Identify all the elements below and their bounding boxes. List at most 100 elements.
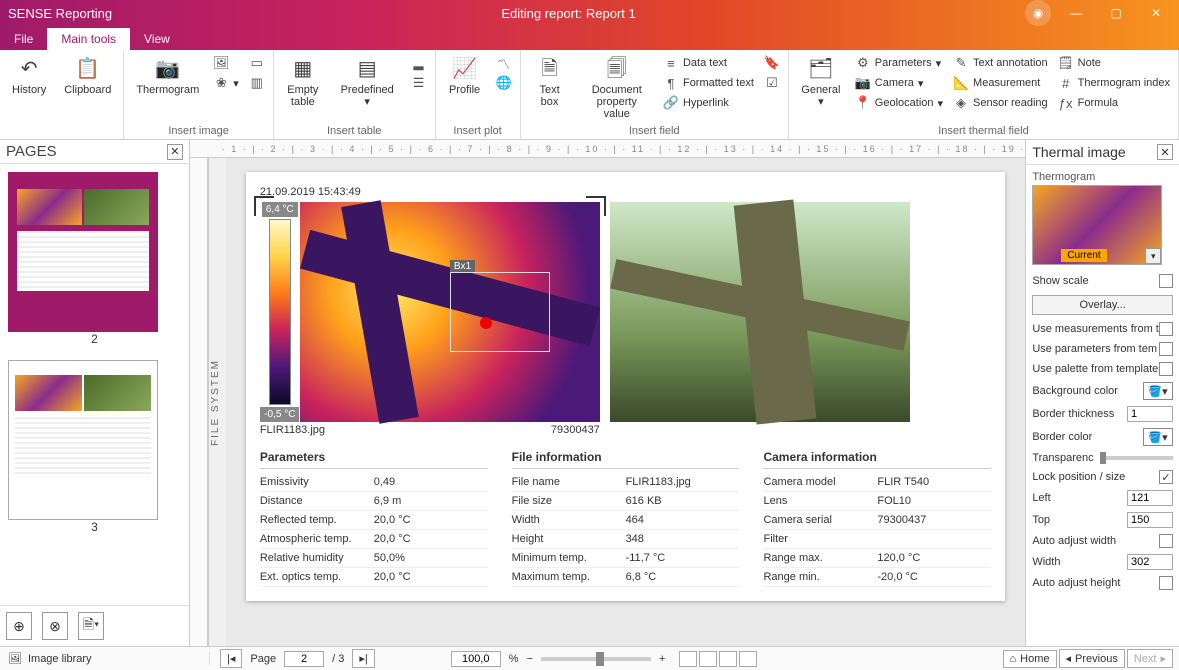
ruler-vertical	[190, 158, 208, 646]
measurement-spot[interactable]	[480, 317, 492, 329]
image-library-icon[interactable]: 🖼	[8, 652, 22, 665]
file-system-tab[interactable]: FILE SYSTEM	[208, 158, 226, 646]
file-info-table: File information File nameFLIR1183.jpg F…	[512, 450, 740, 587]
width-input[interactable]	[1127, 554, 1173, 570]
predefined-button[interactable]: ▤Predefined ▾	[332, 54, 403, 110]
rosette-icon: ❀	[213, 75, 229, 91]
barcode-small-button[interactable]: ▥	[247, 74, 267, 92]
dropdown-icon[interactable]: ▾	[1145, 248, 1161, 264]
next-button[interactable]: Next▸	[1127, 649, 1173, 668]
page-menu-button[interactable]: 🗎▾	[78, 612, 104, 640]
bookmark-icon: 🔖	[764, 55, 780, 71]
thermal-image[interactable]: Bx1	[300, 202, 600, 422]
note-button[interactable]: 🗒Note	[1056, 54, 1172, 72]
profile-button[interactable]: 📈Profile	[442, 54, 488, 98]
thermogram-thumbnail[interactable]: Current ▾	[1032, 185, 1162, 265]
tab-main-tools[interactable]: Main tools	[47, 28, 130, 50]
image-library-button[interactable]: Image library	[28, 653, 92, 665]
image-small-button[interactable]: 🖼	[211, 54, 241, 72]
maximize-button[interactable]: ▢	[1101, 3, 1131, 23]
lock-checkbox[interactable]: ✓	[1159, 470, 1173, 484]
use-palette-checkbox[interactable]	[1159, 362, 1173, 376]
thermogram-button[interactable]: 📷Thermogram	[130, 54, 205, 98]
app-name: SENSE Reporting	[8, 6, 112, 21]
home-button[interactable]: ⌂Home	[1003, 650, 1057, 668]
bg-color-button[interactable]: 🪣▾	[1143, 382, 1173, 400]
camera-icon[interactable]: ◉	[1025, 0, 1051, 26]
list-small-button[interactable]: ▂	[409, 54, 429, 72]
auto-height-checkbox[interactable]	[1159, 576, 1173, 590]
general-button[interactable]: 🗂General ▾	[795, 54, 847, 110]
top-input[interactable]	[1127, 512, 1173, 528]
shape-small-button[interactable]: ▭	[247, 54, 267, 72]
formatted-text-icon: ¶	[663, 75, 679, 91]
sensor-icon: ◈	[953, 95, 969, 111]
pages-title: PAGES	[6, 143, 57, 160]
hash-icon: #	[1058, 75, 1074, 91]
thermal-image-container[interactable]: 6,4 °C -0,5 °C Bx1	[260, 202, 600, 422]
first-page-button[interactable]: |◂	[220, 649, 242, 668]
border-color-button[interactable]: 🪣▾	[1143, 428, 1173, 446]
page-input[interactable]	[284, 651, 324, 667]
zoom-input[interactable]	[451, 651, 501, 667]
page-thumb-3[interactable]: 3	[8, 360, 181, 534]
border-thickness-input[interactable]	[1127, 406, 1173, 422]
use-measurements-checkbox[interactable]	[1159, 322, 1173, 336]
left-input[interactable]	[1127, 490, 1173, 506]
plot1-small-button[interactable]: 〽	[494, 54, 514, 72]
measurement-icon: 📐	[953, 75, 969, 91]
overlay-button[interactable]: Overlay...	[1032, 295, 1173, 315]
formula-button[interactable]: ƒxFormula	[1056, 94, 1172, 112]
doc-property-button[interactable]: 🗐Document property value	[579, 54, 655, 122]
use-parameters-checkbox[interactable]	[1159, 342, 1173, 356]
formatted-text-button[interactable]: ¶Formatted text	[661, 74, 756, 92]
rpanel-close-button[interactable]: ✕	[1157, 144, 1173, 160]
add-page-button[interactable]: ⊕	[6, 612, 32, 640]
document-page[interactable]: 21.09.2019 15:43:49 6,4 °C -0,5 °C	[246, 172, 1006, 601]
bookmark-button[interactable]: 🔖	[762, 54, 782, 72]
close-button[interactable]: ✕	[1141, 3, 1171, 23]
tab-file[interactable]: File	[0, 28, 47, 50]
last-page-button[interactable]: ▸|	[352, 649, 374, 668]
hyperlink-button[interactable]: 🔗Hyperlink	[661, 94, 756, 112]
show-scale-checkbox[interactable]	[1159, 274, 1173, 288]
zoom-in-button[interactable]: +	[659, 653, 665, 665]
page-thumb-2[interactable]: 2	[8, 172, 181, 346]
ruler-horizontal: · 1 · | · 2 · | · 3 · | · 4 · | · 5 · | …	[190, 140, 1026, 158]
zoom-slider[interactable]	[541, 657, 651, 661]
checkbox-button[interactable]: ☑	[762, 74, 782, 92]
parameters-button[interactable]: ⚙Parameters ▾	[853, 54, 945, 72]
rosette-small-button[interactable]: ❀▾	[211, 74, 241, 92]
zoom-out-button[interactable]: −	[527, 653, 533, 665]
thermogram-index-button[interactable]: #Thermogram index	[1056, 74, 1172, 92]
sensor-reading-button[interactable]: ◈Sensor reading	[951, 94, 1050, 112]
tab-view[interactable]: View	[130, 28, 184, 50]
delete-page-button[interactable]: ⊗	[42, 612, 68, 640]
previous-button[interactable]: ◂Previous	[1059, 649, 1125, 668]
parameters-table: Parameters Emissivity0,49 Distance6,9 m …	[260, 450, 488, 587]
measurement-button[interactable]: 📐Measurement	[951, 74, 1050, 92]
group-insert-table: Insert table	[280, 123, 429, 137]
list2-small-button[interactable]: ☰	[409, 74, 429, 92]
plot2-small-button[interactable]: 🌐	[494, 74, 514, 92]
view-mode-4[interactable]	[739, 651, 757, 667]
annotation-icon: ✎	[953, 55, 969, 71]
view-mode-2[interactable]	[699, 651, 717, 667]
empty-table-button[interactable]: ▦Empty table	[280, 54, 326, 110]
view-mode-3[interactable]	[719, 651, 737, 667]
measurement-box[interactable]	[450, 272, 550, 352]
history-button[interactable]: ↶History	[6, 54, 52, 98]
text-annotation-button[interactable]: ✎Text annotation	[951, 54, 1050, 72]
minimize-button[interactable]: —	[1061, 3, 1091, 23]
auto-width-checkbox[interactable]	[1159, 534, 1173, 548]
data-text-button[interactable]: ≡Data text	[661, 54, 756, 72]
transparency-slider[interactable]	[1100, 456, 1173, 460]
text-box-button[interactable]: 🗎Text box	[527, 54, 573, 110]
view-mode-1[interactable]	[679, 651, 697, 667]
visual-image[interactable]	[610, 202, 910, 422]
geolocation-button[interactable]: 📍Geolocation ▾	[853, 94, 945, 112]
clipboard-button[interactable]: 📋Clipboard	[58, 54, 117, 98]
camera-field-button[interactable]: 📷Camera ▾	[853, 74, 945, 92]
pages-close-button[interactable]: ✕	[167, 144, 183, 160]
data-text-icon: ≡	[663, 55, 679, 71]
